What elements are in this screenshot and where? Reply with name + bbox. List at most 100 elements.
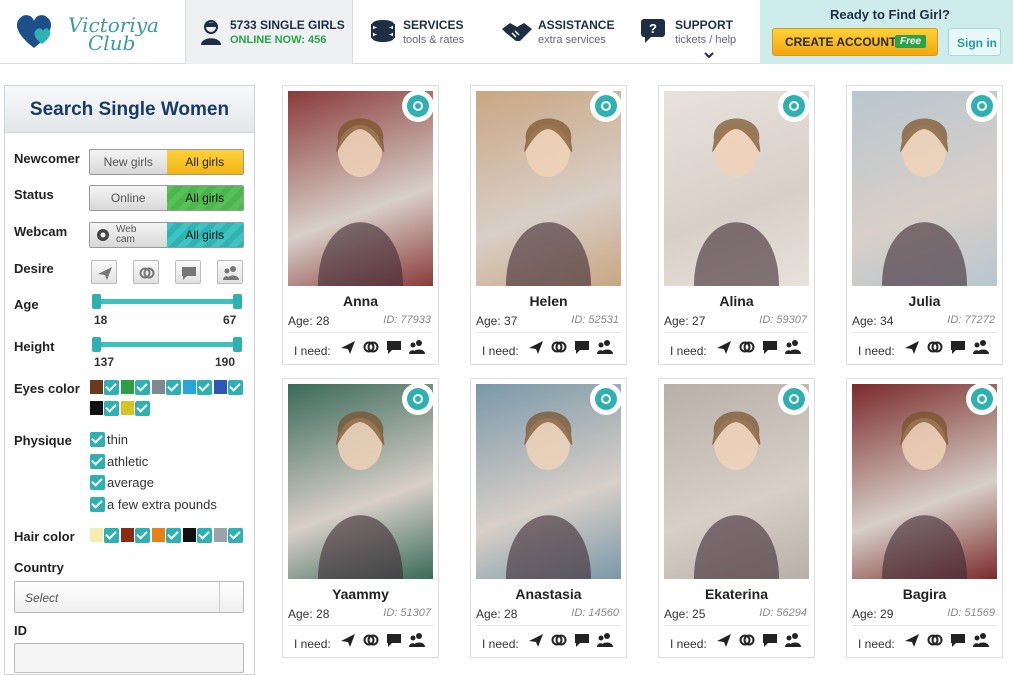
desire-travel-button[interactable] <box>91 260 117 284</box>
create-account-button[interactable]: CREATE ACCOUNT Free <box>772 28 938 56</box>
eye-color-swatch[interactable] <box>120 400 135 416</box>
plane-icon <box>905 341 919 354</box>
profile-name[interactable]: Julia <box>847 293 1002 309</box>
webcam-badge-icon[interactable] <box>778 91 809 122</box>
desire-chat-button[interactable] <box>175 260 201 284</box>
country-select[interactable]: Select <box>14 581 244 613</box>
webcam-all-girls-option[interactable]: All girls <box>166 223 243 247</box>
eye-color-swatch-check[interactable] <box>135 401 150 416</box>
profile-photo[interactable] <box>476 91 621 286</box>
hair-color-swatch-check[interactable] <box>135 528 150 543</box>
desire-friendship-button[interactable] <box>217 260 243 284</box>
profile-photo[interactable] <box>476 384 621 579</box>
id-search-input[interactable] <box>14 643 244 673</box>
age-value: 25 <box>692 607 706 621</box>
select-divider <box>219 582 220 612</box>
nav-services[interactable]: SERVICES tools & rates <box>370 0 490 64</box>
age-slider-track[interactable] <box>96 299 238 304</box>
profile-card[interactable]: Bagira Age: 29 ID: 51569 I need: <box>846 378 1003 658</box>
nav-assistance[interactable]: ASSISTANCE extra services <box>502 0 622 64</box>
height-slider-track[interactable] <box>96 342 238 347</box>
hair-color-swatch-check[interactable] <box>104 528 119 543</box>
status-online-option[interactable]: Online <box>90 186 167 210</box>
eye-color-swatch[interactable] <box>89 400 104 416</box>
need-label: I need: <box>858 637 895 651</box>
age-label: Age <box>14 297 39 312</box>
eye-color-swatch[interactable] <box>89 379 104 395</box>
webcam-only-option[interactable]: Web cam <box>90 223 167 247</box>
age-prefix: Age: <box>664 607 689 621</box>
desire-marriage-button[interactable] <box>133 260 159 284</box>
nav-online-girls[interactable]: 5733 SINGLE GIRLS ONLINE NOW: 456 <box>185 0 353 64</box>
chat-icon <box>387 341 401 354</box>
newcomer-all-girls-option[interactable]: All girls <box>166 150 243 174</box>
profile-photo[interactable] <box>852 384 997 579</box>
eye-color-swatch[interactable] <box>151 379 166 395</box>
age-value: 37 <box>504 314 518 328</box>
physique-extra-pounds-checkbox[interactable] <box>90 497 105 512</box>
profile-card[interactable]: Julia Age: 34 ID: 77272 I need: <box>846 85 1003 365</box>
profile-name[interactable]: Bagira <box>847 586 1002 602</box>
height-min-handle[interactable] <box>92 337 101 352</box>
eye-color-swatch-check[interactable] <box>166 380 181 395</box>
eye-color-swatch[interactable] <box>213 379 228 395</box>
newcomer-new-girls-option[interactable]: New girls <box>90 150 167 174</box>
webcam-badge-icon[interactable] <box>402 91 433 122</box>
height-max-handle[interactable] <box>233 337 242 352</box>
physique-average-checkbox[interactable] <box>90 475 105 490</box>
profile-photo[interactable] <box>664 384 809 579</box>
hair-color-swatch-check[interactable] <box>228 528 243 543</box>
age-min-handle[interactable] <box>92 294 101 309</box>
card-divider <box>664 625 809 626</box>
physique-label: Physique <box>14 433 72 448</box>
profile-id: ID: 59307 <box>759 314 807 326</box>
webcam-badge-icon[interactable] <box>590 91 621 122</box>
webcam-badge-icon[interactable] <box>402 384 433 415</box>
hair-color-swatch[interactable] <box>120 527 135 543</box>
hair-color-swatch[interactable] <box>182 527 197 543</box>
physique-athletic-checkbox[interactable] <box>90 454 105 469</box>
age-max-handle[interactable] <box>233 294 242 309</box>
support-sub: tickets / help <box>675 34 737 46</box>
nav-support[interactable]: ? SUPPORT tickets / help <box>640 0 750 64</box>
profile-photo[interactable] <box>852 91 997 286</box>
eye-color-swatch-check[interactable] <box>135 380 150 395</box>
eye-color-swatch[interactable] <box>120 379 135 395</box>
hair-color-swatch-check[interactable] <box>197 528 212 543</box>
webcam-badge-icon[interactable] <box>590 384 621 415</box>
profile-card[interactable]: Alina Age: 27 ID: 59307 I need: <box>658 85 815 365</box>
eye-color-swatch-check[interactable] <box>104 401 119 416</box>
profile-card[interactable]: Yaammy Age: 28 ID: 51307 I need: <box>282 378 439 658</box>
profile-name[interactable]: Alina <box>659 293 814 309</box>
profile-photo[interactable] <box>288 91 433 286</box>
status-all-girls-option[interactable]: All girls <box>166 186 243 210</box>
profile-photo[interactable] <box>664 91 809 286</box>
profile-photo[interactable] <box>288 384 433 579</box>
profile-name[interactable]: Helen <box>471 293 626 309</box>
profile-name[interactable]: Anna <box>283 293 438 309</box>
hair-color-swatch[interactable] <box>89 527 104 543</box>
profile-name[interactable]: Anastasia <box>471 586 626 602</box>
site-logo[interactable]: Victoriya Club <box>12 8 172 56</box>
people-icon <box>409 633 425 647</box>
hair-color-swatch[interactable] <box>151 527 166 543</box>
webcam-badge-icon[interactable] <box>966 91 997 122</box>
profile-card[interactable]: Anna Age: 28 ID: 77933 I need: <box>282 85 439 365</box>
profile-name[interactable]: Yaammy <box>283 586 438 602</box>
sign-in-button[interactable]: Sign in <box>948 28 1001 56</box>
hair-color-swatch-check[interactable] <box>166 528 181 543</box>
hair-color-swatch[interactable] <box>213 527 228 543</box>
profile-card[interactable]: Helen Age: 37 ID: 52531 I need: <box>470 85 627 365</box>
eye-color-swatch[interactable] <box>182 379 197 395</box>
people-icon <box>409 340 425 354</box>
eye-color-swatch-check[interactable] <box>228 380 243 395</box>
profile-card[interactable]: Ekaterina Age: 25 ID: 56294 I need: <box>658 378 815 658</box>
webcam-badge-icon[interactable] <box>966 384 997 415</box>
webcam-badge-icon[interactable] <box>778 384 809 415</box>
physique-thin-checkbox[interactable] <box>90 432 105 447</box>
eye-color-swatch-check[interactable] <box>104 380 119 395</box>
eye-color-swatch-check[interactable] <box>197 380 212 395</box>
profile-name[interactable]: Ekaterina <box>659 586 814 602</box>
plane-icon <box>341 341 355 354</box>
profile-card[interactable]: Anastasia Age: 28 ID: 14560 I need: <box>470 378 627 658</box>
